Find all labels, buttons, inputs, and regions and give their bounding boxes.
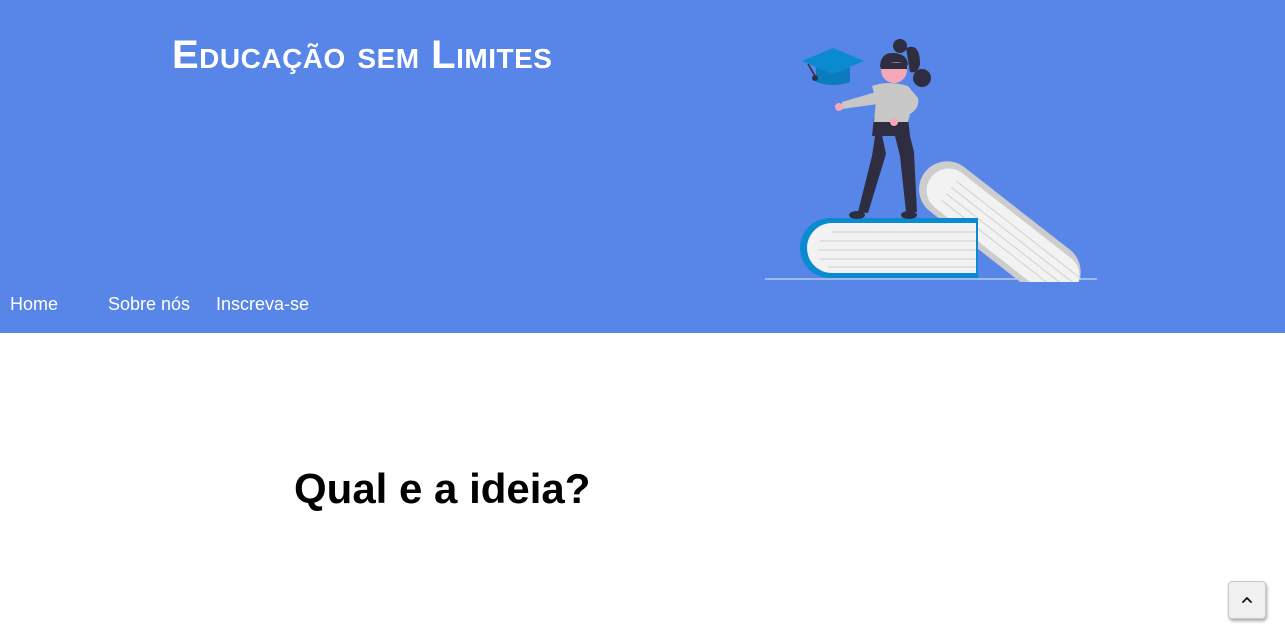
nav-link-inscreva-se[interactable]: Inscreva-se: [216, 290, 309, 318]
site-header: Educação sem Limites Home Sobre nós Insc…: [0, 0, 1285, 333]
section-heading: Qual e a ideia?: [294, 465, 591, 512]
hero-illustration: [765, 39, 1097, 282]
nav-link-home[interactable]: Home: [10, 290, 58, 318]
chevron-up-icon: [1242, 597, 1252, 603]
scroll-to-top-button[interactable]: [1228, 581, 1266, 619]
nav-link-sobre-nos[interactable]: Sobre nós: [108, 290, 190, 318]
site-title: Educação sem Limites: [172, 33, 553, 77]
